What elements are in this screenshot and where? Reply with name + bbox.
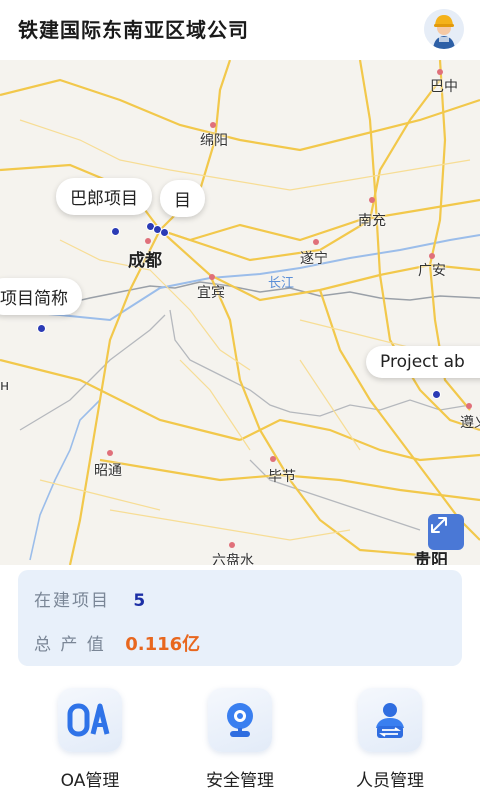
expand-icon [431, 517, 447, 533]
city-label-zunyi: 遵义 [460, 415, 480, 431]
edge-glyph: н [0, 378, 10, 394]
project-bubble-partial[interactable]: 目 [160, 180, 205, 217]
nav-personnel[interactable]: 人员管理 [330, 688, 450, 791]
city-label-bazhong: 巴中 [430, 79, 458, 95]
project-pin[interactable] [111, 227, 120, 236]
nav-safety[interactable]: 安全管理 [180, 688, 300, 791]
avatar[interactable] [424, 9, 464, 49]
city-label-zhaotong: 昭通 [94, 463, 122, 479]
city-label-mianyang: 绵阳 [200, 133, 228, 149]
city-label-chengdu: 成都 [128, 251, 162, 271]
city-label-suining: 遂宁 [300, 251, 328, 267]
projects-label: 在建项目 [34, 591, 110, 611]
page-title: 铁建国际东南亚区域公司 [18, 18, 249, 42]
output-value: 0.116亿 [125, 634, 201, 655]
bottom-nav: OA管理 安全管理 人员管理 [0, 682, 480, 800]
river-label: 长江 [268, 276, 295, 291]
app-header: 铁建国际东南亚区域公司 [0, 0, 480, 60]
person-icon [358, 688, 422, 752]
city-label-bijie: 毕节 [268, 469, 296, 485]
nav-safety-label: 安全管理 [206, 771, 274, 791]
nav-personnel-label: 人员管理 [356, 771, 424, 791]
project-bubble-short-name[interactable]: 项目简称 [0, 278, 82, 315]
nav-oa-label: OA管理 [60, 771, 120, 791]
oa-icon [58, 688, 122, 752]
project-map[interactable]: 巴中 绵阳 南充 成都 遂宁 广安 宜宾 遵义 昭通 毕节 六盘水 贵阳 长江 … [0, 60, 480, 565]
projects-value: 5 [133, 591, 146, 611]
city-label-yibin: 宜宾 [197, 285, 225, 301]
projects-row: 在建项目 5 [34, 586, 145, 611]
map-expand-button[interactable] [428, 514, 464, 550]
project-bubble-balang[interactable]: 巴郎项目 [56, 178, 152, 215]
city-label-liupanshui: 六盘水 [212, 553, 254, 565]
city-label-nanchong: 南充 [358, 213, 386, 229]
worker-avatar-icon [424, 9, 464, 49]
output-row: 总 产 值 0.116亿 [34, 630, 200, 656]
nav-oa[interactable]: OA管理 [30, 688, 150, 791]
project-pin[interactable] [160, 228, 169, 237]
output-label: 总 产 值 [34, 635, 106, 655]
project-bubble-english[interactable]: Project ab [366, 346, 480, 378]
project-pin[interactable] [37, 324, 46, 333]
project-pin[interactable] [432, 390, 441, 399]
camera-icon [208, 688, 272, 752]
stats-panel: 在建项目 5 总 产 值 0.116亿 [18, 570, 462, 666]
city-label-guangan: 广安 [418, 263, 446, 279]
